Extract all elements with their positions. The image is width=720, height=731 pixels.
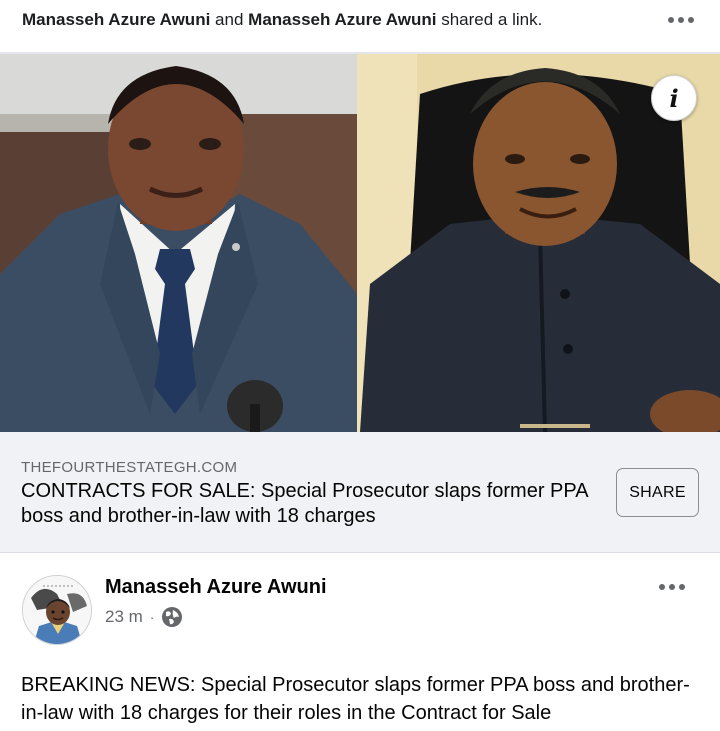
globe-icon <box>162 607 183 627</box>
connector-text: and <box>215 10 244 29</box>
avatar[interactable] <box>22 575 92 645</box>
actor-name-1[interactable]: Manasseh Azure Awuni <box>22 10 210 29</box>
info-glyph: i <box>669 83 679 113</box>
meta-separator: · <box>149 609 155 625</box>
link-preview-image[interactable] <box>0 54 720 432</box>
share-header: Manasseh Azure Awuni and Manasseh Azure … <box>0 0 720 52</box>
three-dots-icon[interactable] <box>659 584 685 590</box>
post-text: BREAKING NEWS: Special Prosecutor slaps … <box>21 674 690 724</box>
post: Manasseh Azure Awuni 23 m · BREAKING NEW… <box>0 553 720 731</box>
post-meta: 23 m · <box>105 606 183 628</box>
link-domain: THEFOURTHESTATEGH.COM <box>21 459 238 476</box>
share-button[interactable]: SHARE <box>616 468 699 517</box>
link-card[interactable]: THEFOURTHESTATEGH.COM CONTRACTS FOR SALE… <box>0 432 720 552</box>
author-name[interactable]: Manasseh Azure Awuni <box>105 576 327 599</box>
link-title[interactable]: CONTRACTS FOR SALE: Special Prosecutor s… <box>21 479 591 529</box>
info-icon[interactable]: i <box>651 75 697 121</box>
three-dots-icon[interactable] <box>668 17 694 23</box>
share-header-text: Manasseh Azure Awuni and Manasseh Azure … <box>22 10 542 30</box>
actor-name-2[interactable]: Manasseh Azure Awuni <box>248 10 436 29</box>
action-text: shared a link. <box>441 10 543 29</box>
post-time[interactable]: 23 m <box>105 607 143 627</box>
